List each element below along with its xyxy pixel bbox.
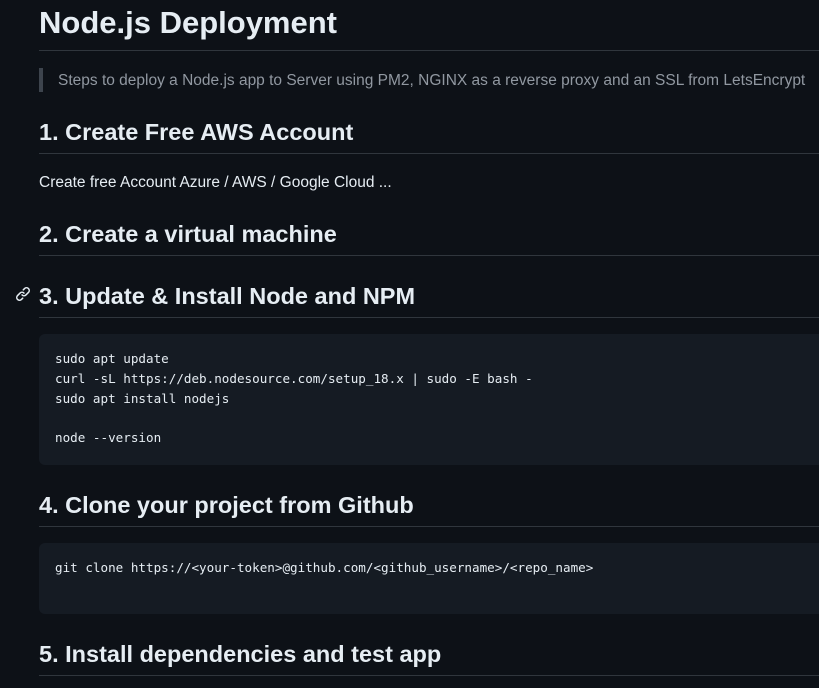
- section-1-heading: 1. Create Free AWS Account: [39, 119, 354, 145]
- section-4-divider: [39, 526, 819, 527]
- section-2-divider: [39, 255, 819, 256]
- code-block-clone-repo[interactable]: git clone https://<your-token>@github.co…: [39, 543, 819, 614]
- section-2-heading: 2. Create a virtual machine: [39, 221, 337, 247]
- section-1-divider: [39, 153, 819, 154]
- code-block-install-node[interactable]: sudo apt update curl -sL https://deb.nod…: [39, 334, 819, 465]
- code-line: git clone https://<your-token>@github.co…: [55, 560, 594, 575]
- code-line: node --version: [55, 430, 162, 445]
- section-5-divider: [39, 675, 819, 676]
- link-icon[interactable]: [15, 286, 31, 302]
- description-blockquote: Steps to deploy a Node.js app to Server …: [39, 68, 819, 92]
- code-line: sudo apt update: [55, 351, 169, 366]
- section-1-text: Create free Account Azure / AWS / Google…: [39, 174, 392, 191]
- section-4-heading: 4. Clone your project from Github: [39, 492, 414, 518]
- title-divider: [39, 50, 819, 51]
- description-text: Steps to deploy a Node.js app to Server …: [58, 72, 806, 89]
- blockquote-bar: [39, 68, 43, 92]
- page-title: Node.js Deployment: [39, 5, 337, 40]
- section-5-heading: 5. Install dependencies and test app: [39, 641, 442, 667]
- section-3-divider: [39, 317, 819, 318]
- section-3-heading: 3. Update & Install Node and NPM: [39, 283, 416, 309]
- code-line: sudo apt install nodejs: [55, 391, 230, 406]
- code-line: curl -sL https://deb.nodesource.com/setu…: [55, 371, 533, 386]
